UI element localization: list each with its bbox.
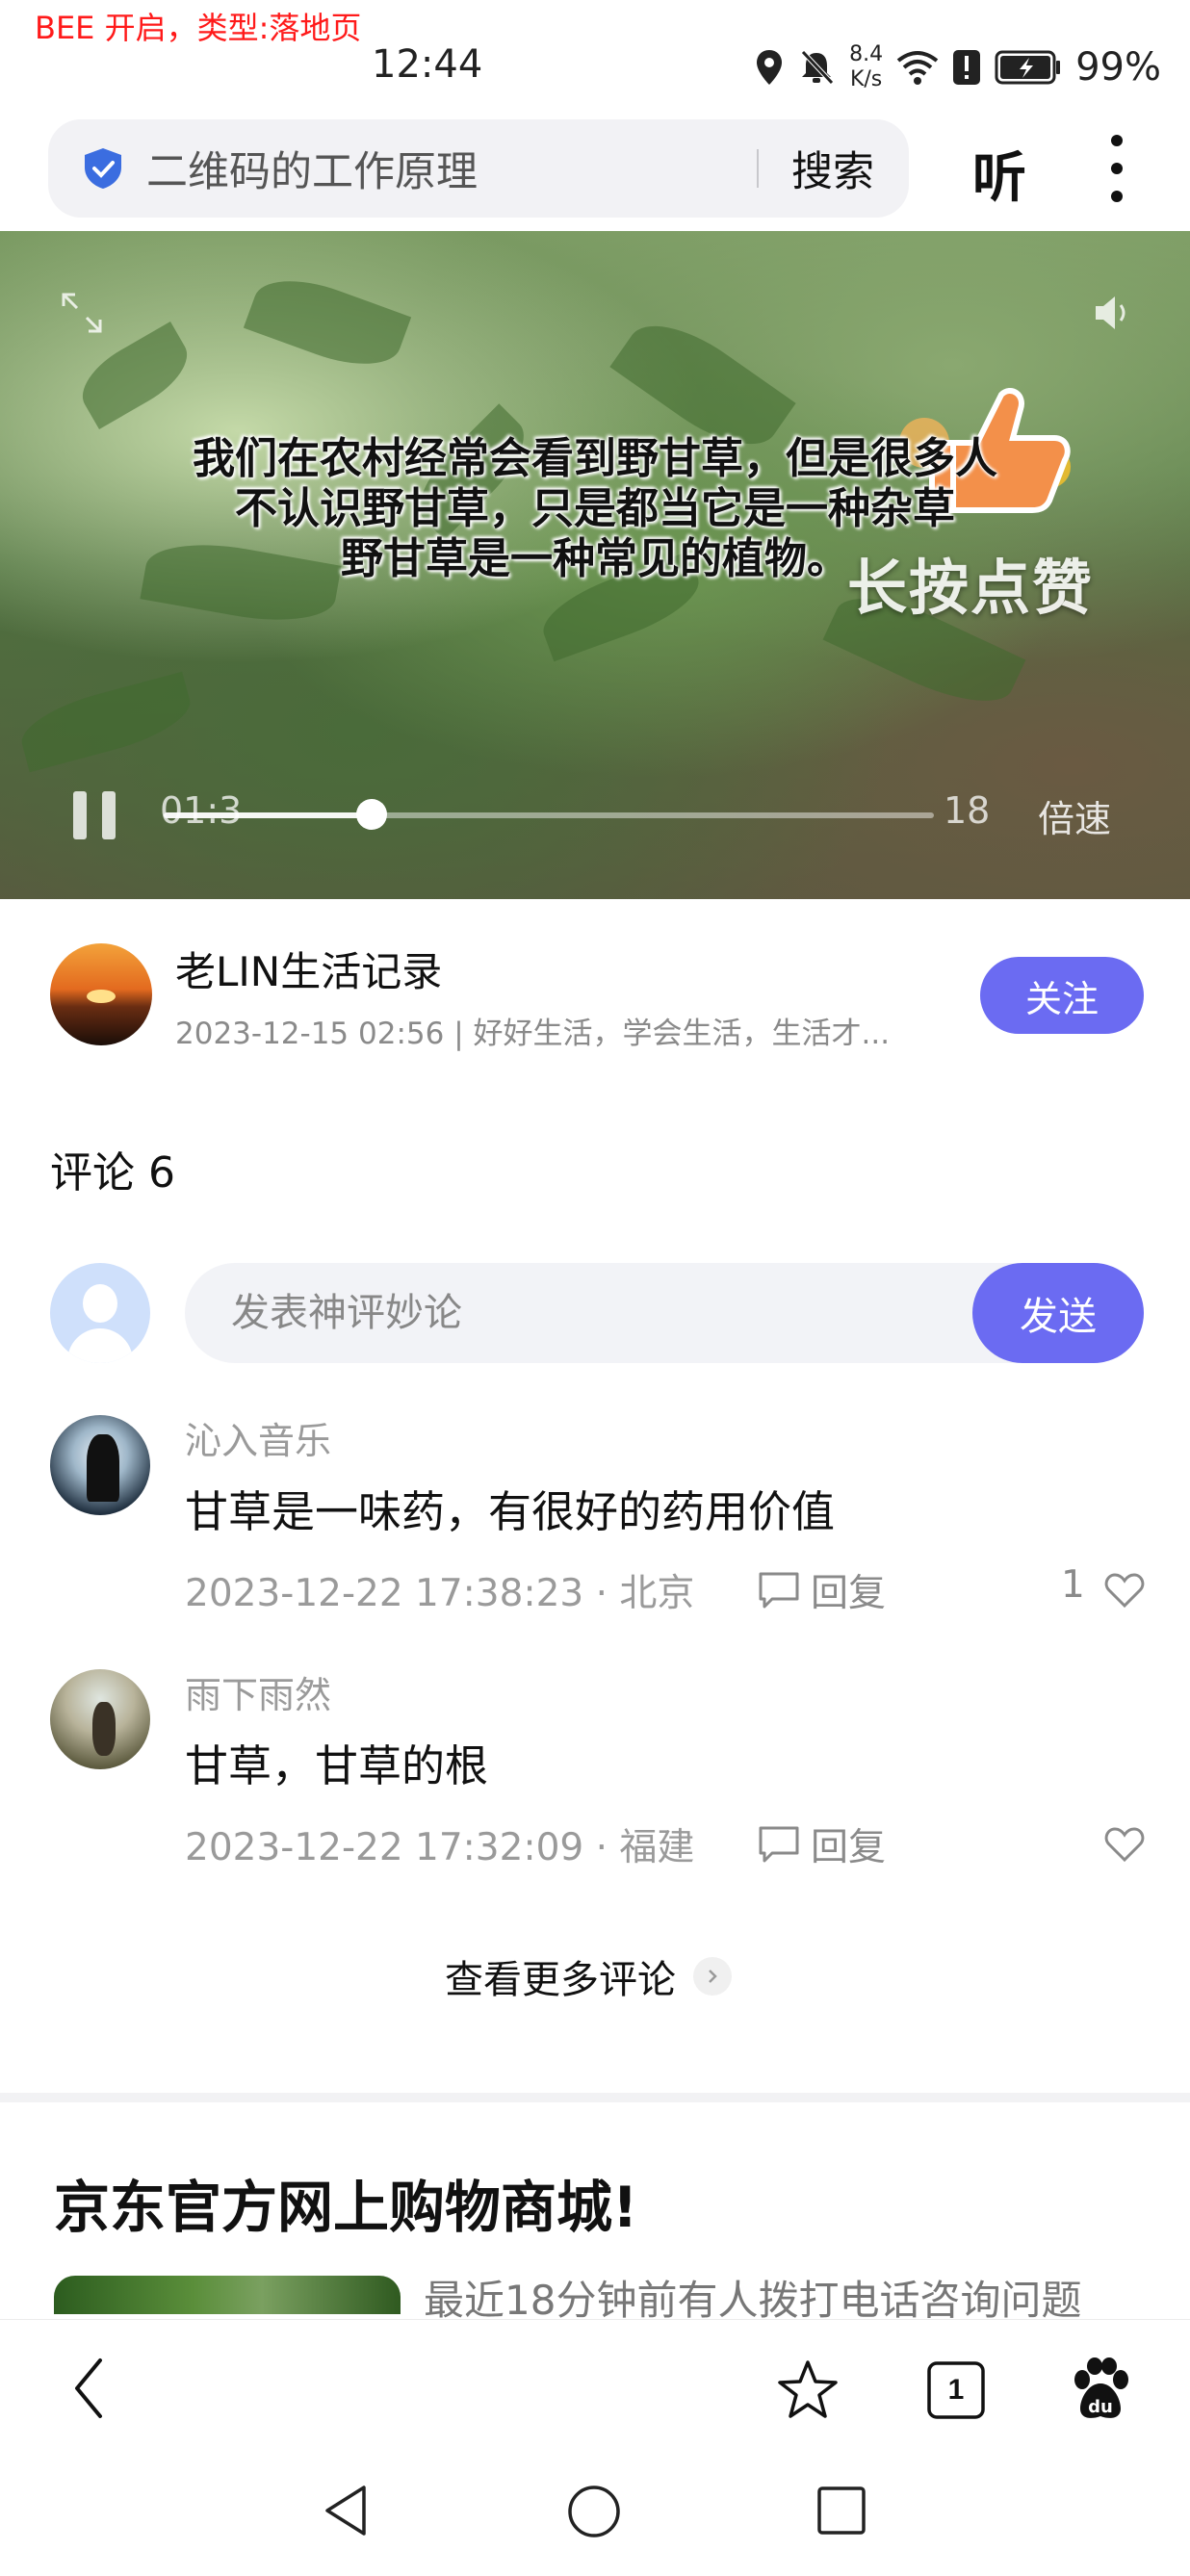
comment-avatar[interactable] xyxy=(50,1415,150,1515)
reply-label: 回复 xyxy=(811,1572,887,1615)
progress-thumb[interactable] xyxy=(356,799,387,830)
svg-text:du: du xyxy=(1088,2397,1113,2417)
ad-text[interactable]: 最近18分钟前有人拨打电话咨询问题 xyxy=(424,2268,1081,2327)
playback-speed-button[interactable]: 倍速 xyxy=(1038,789,1111,842)
pause-bar xyxy=(73,791,87,839)
debug-label: BEE 开启，类型:落地页 xyxy=(35,10,362,46)
comment-bubble-icon xyxy=(759,1572,799,1609)
author-name[interactable]: 老LIN生活记录 xyxy=(175,940,442,998)
net-speed: 8.4 K/s xyxy=(849,42,883,92)
comment-bubble-icon xyxy=(759,1826,799,1863)
net-speed-unit: K/s xyxy=(849,67,883,91)
bookmark-button[interactable] xyxy=(776,2358,840,2422)
send-button[interactable]: 发送 xyxy=(972,1263,1144,1363)
expand-icon[interactable] xyxy=(58,289,106,337)
battery-percent: 99% xyxy=(1075,45,1161,90)
status-icons: 8.4 K/s 99% xyxy=(755,37,1161,98)
back-button[interactable] xyxy=(67,2355,116,2422)
search-bar[interactable]: 二维码的工作原理 搜索 xyxy=(48,119,909,218)
search-query[interactable]: 二维码的工作原理 xyxy=(146,139,757,198)
reply-label: 回复 xyxy=(811,1826,887,1869)
search-button[interactable]: 搜索 xyxy=(791,139,874,198)
tab-count: 1 xyxy=(947,2374,965,2406)
circle-home-icon xyxy=(568,2486,620,2537)
pause-bar xyxy=(102,791,116,839)
comment-avatar[interactable] xyxy=(50,1669,150,1769)
dot-icon xyxy=(1111,162,1123,174)
comment-input[interactable] xyxy=(229,1263,903,1363)
ad-title[interactable]: 京东官方网上购物商城! xyxy=(54,2162,637,2243)
battery-icon xyxy=(995,50,1061,85)
square-recent-icon xyxy=(817,2486,866,2535)
speaker-icon[interactable] xyxy=(1088,289,1136,337)
net-speed-value: 8.4 xyxy=(849,42,884,66)
location-icon xyxy=(757,50,783,85)
tabs-button[interactable]: 1 xyxy=(926,2360,986,2420)
subtitle-line: 野甘草是一种常见的植物。 xyxy=(341,534,849,583)
baidu-button[interactable]: du xyxy=(1069,2357,1132,2422)
section-divider xyxy=(0,2093,1190,2102)
star-icon xyxy=(778,2360,838,2418)
more-comments-button[interactable]: 查看更多评论 xyxy=(445,1948,732,2004)
reply-button[interactable]: 回复 xyxy=(757,1817,886,1871)
heart-icon[interactable] xyxy=(1103,1825,1146,1864)
system-recent-button[interactable] xyxy=(816,2486,867,2536)
more-comments-label: 查看更多评论 xyxy=(445,1958,676,2002)
comment-input-wrap[interactable]: 发送 xyxy=(185,1263,1144,1363)
chevron-right-icon xyxy=(693,1957,732,1996)
comment-username[interactable]: 雨下雨然 xyxy=(185,1665,331,1718)
status-time: 12:44 xyxy=(372,42,483,87)
ad-image[interactable] xyxy=(54,2276,401,2314)
comment-username[interactable]: 沁入音乐 xyxy=(185,1411,331,1464)
comment-meta: 2023-12-22 17:38:23 · 北京 xyxy=(185,1572,695,1615)
triangle-back-icon xyxy=(325,2486,366,2536)
listen-button[interactable]: 听 xyxy=(972,135,1026,213)
like-count: 1 xyxy=(1061,1563,1085,1607)
alert-icon xyxy=(953,50,981,85)
comment-text: 甘草，甘草的根 xyxy=(185,1740,489,1791)
system-home-button[interactable] xyxy=(566,2484,622,2539)
author-avatar[interactable] xyxy=(50,943,152,1045)
reply-button[interactable]: 回复 xyxy=(757,1563,886,1617)
more-options-button[interactable] xyxy=(1098,125,1136,212)
comments-heading: 评论 6 xyxy=(50,1148,175,1198)
pause-button[interactable] xyxy=(73,791,116,839)
author-meta: 2023-12-15 02:56 | 好好生活，学会生活，生活才... xyxy=(175,1017,891,1051)
video-player[interactable]: 长按点赞 我们在农村经常会看到野甘草，但是很多人 不认识野甘草，只是都当它是一种… xyxy=(0,231,1190,899)
system-back-button[interactable] xyxy=(322,2484,370,2537)
heart-icon[interactable] xyxy=(1103,1571,1146,1610)
dot-icon xyxy=(1111,191,1123,203)
dot-icon xyxy=(1111,134,1123,146)
user-avatar xyxy=(50,1263,150,1363)
follow-button[interactable]: 关注 xyxy=(980,957,1144,1034)
bottom-nav: 1 du xyxy=(0,2320,1190,2576)
comment-meta: 2023-12-22 17:32:09 · 福建 xyxy=(185,1826,695,1869)
search-divider xyxy=(757,149,759,188)
shield-check-icon xyxy=(85,148,121,189)
bell-muted-icon xyxy=(801,50,834,85)
comment-text: 甘草是一味药，有很好的药用价值 xyxy=(185,1486,836,1537)
baidu-paw-icon: du xyxy=(1074,2357,1128,2418)
wifi-icon xyxy=(896,51,939,85)
chevron-left-icon xyxy=(75,2358,102,2418)
